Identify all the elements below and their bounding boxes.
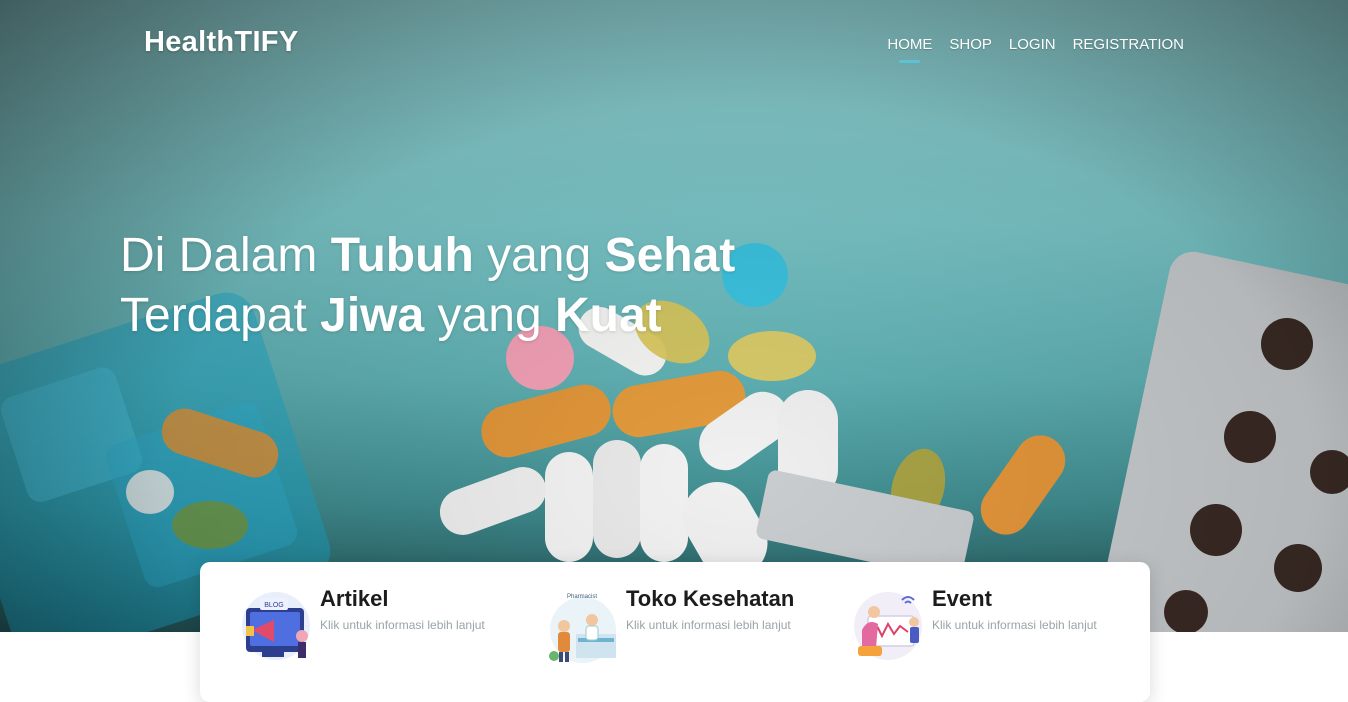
card-toko-text: Toko Kesehatan Klik untuk informasi lebi… bbox=[626, 586, 794, 632]
blog-label: BLOG bbox=[264, 602, 283, 609]
card-title: Artikel bbox=[320, 586, 389, 611]
card-artikel-text: Artikel Klik untuk informasi lebih lanju… bbox=[320, 586, 485, 632]
card-subtitle: Klik untuk informasi lebih lanjut bbox=[320, 618, 485, 632]
nav-registration[interactable]: REGISTRATION bbox=[1073, 36, 1184, 63]
pharmacy-label: Pharmacist bbox=[567, 594, 597, 600]
card-event-text: Event Klik untuk informasi lebih lanjut bbox=[932, 586, 1097, 632]
brand-logo[interactable]: HealthTIFY bbox=[144, 26, 298, 59]
hero-banner: HealthTIFY HOME SHOP LOGIN REGISTRATION … bbox=[0, 0, 1348, 632]
event-icon bbox=[852, 590, 926, 664]
blog-icon: BLOG bbox=[240, 590, 314, 664]
nav-shop[interactable]: SHOP bbox=[949, 36, 992, 63]
feature-cards-panel: BLOG Artikel Klik untuk informasi lebih … bbox=[200, 562, 1150, 702]
headline-line-1: Di Dalam Tubuh yang Sehat bbox=[120, 229, 736, 282]
card-title: Event bbox=[932, 586, 992, 611]
nav-login[interactable]: LOGIN bbox=[1009, 36, 1056, 63]
pharmacy-icon: Pharmacist bbox=[546, 590, 620, 664]
headline-line-2: Terdapat Jiwa yang Kuat bbox=[120, 289, 662, 342]
hero-headline: Di Dalam Tubuh yang Sehat Terdapat Jiwa … bbox=[120, 226, 735, 346]
main-nav: HOME SHOP LOGIN REGISTRATION bbox=[887, 36, 1184, 63]
card-subtitle: Klik untuk informasi lebih lanjut bbox=[932, 618, 1097, 632]
nav-home[interactable]: HOME bbox=[887, 36, 932, 63]
card-title: Toko Kesehatan bbox=[626, 586, 795, 611]
card-subtitle: Klik untuk informasi lebih lanjut bbox=[626, 618, 791, 632]
